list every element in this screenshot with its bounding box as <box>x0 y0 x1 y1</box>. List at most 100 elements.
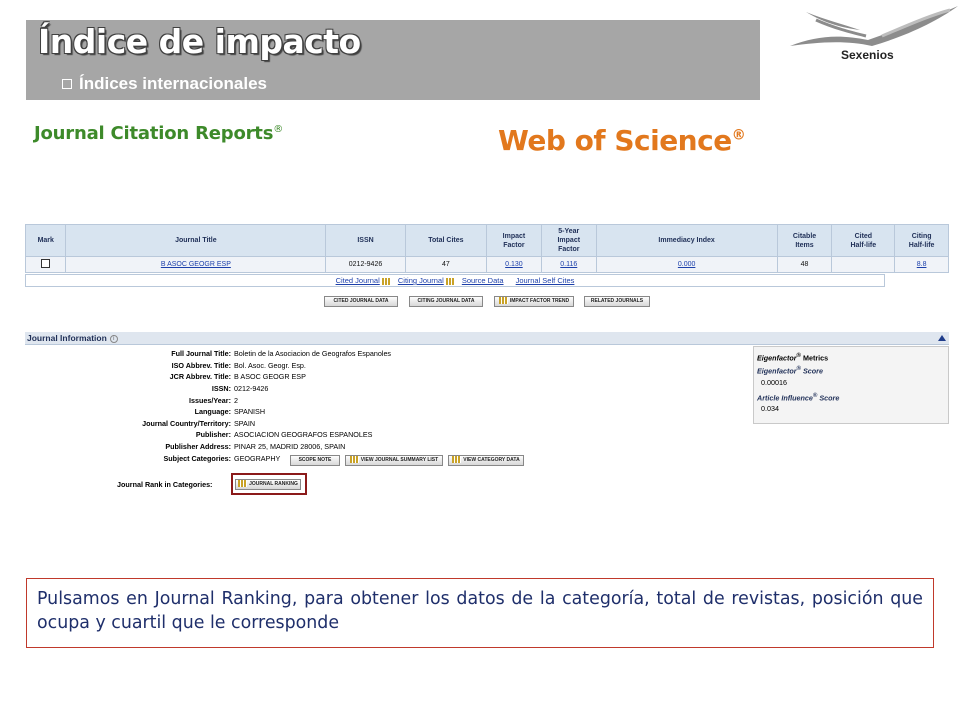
info-label: ISO Abbrev. Title: <box>171 360 231 370</box>
info-value: B ASOC GEOGR ESP <box>234 372 306 382</box>
info-value: Boletin de la Asociacion de Geografos Es… <box>234 349 392 359</box>
info-row: Language: SPANISH <box>30 406 450 418</box>
info-row: Publisher: ASOCIACION GEOGRAFOS ESPANOLES <box>30 429 450 441</box>
info-row: JCR Abbrev. Title: B ASOC GEOGR ESP <box>30 371 450 383</box>
col-citing-half-life[interactable]: Citing Half-life <box>894 224 949 257</box>
category-data-icon <box>452 456 462 464</box>
jcr-logo: Journal Citation Reports® <box>34 123 283 144</box>
data-button-row: CITED JOURNAL DATA CITING JOURNAL DATA I… <box>0 296 960 308</box>
cited-journal-link[interactable]: Cited Journal <box>336 276 380 285</box>
wos-logo-text: Web of Science <box>498 124 732 157</box>
section-subtitle: Índices internacionales <box>62 74 267 94</box>
info-value: SPANISH <box>234 407 266 417</box>
journal-links-bar: Cited Journal Citing Journal Source Data… <box>25 274 885 287</box>
wos-logo-mark: ® <box>731 127 746 144</box>
journal-info-list: Full Journal Title: Boletin de la Asociac… <box>30 348 450 464</box>
info-row: ISSN: 0212-9426 <box>30 383 450 395</box>
journal-ranking-button[interactable]: JOURNAL RANKING <box>235 479 301 490</box>
book-logo-icon <box>790 6 958 46</box>
citable-items-cell: 48 <box>776 256 833 273</box>
journal-ranking-label: JOURNAL RANKING <box>249 481 298 487</box>
info-label: ISSN: <box>211 384 231 394</box>
col-5yr-impact-factor[interactable]: 5-Year Impact Factor <box>540 224 597 257</box>
cited-half-life-cell <box>831 256 896 273</box>
eigenfactor-metrics-panel: Eigenfactor® Metrics Eigenfactor® Score … <box>753 346 949 424</box>
journal-title-cell: B ASOC GEOGR ESP <box>65 256 327 273</box>
collapse-arrow-icon[interactable] <box>938 335 946 341</box>
page-title: Índice de impacto <box>38 22 361 61</box>
summary-list-label: VIEW JOURNAL SUMMARY LIST <box>360 457 439 463</box>
mark-checkbox[interactable] <box>41 259 51 268</box>
mark-cell <box>24 256 67 273</box>
impact-factor-cell: 0.130 <box>486 256 542 273</box>
summary-list-icon <box>349 456 359 464</box>
col-cited-half-life[interactable]: Cited Half-life <box>831 224 896 257</box>
info-label: Language: <box>194 407 231 417</box>
header-banner: Índice de impacto Índices internacionale… <box>26 20 760 100</box>
info-label: Subject Categories: <box>163 453 232 463</box>
col-mark[interactable]: Mark <box>24 224 67 257</box>
related-journals-button[interactable]: RELATED JOURNALS <box>584 296 650 307</box>
if-trend-label: IMPACT FACTOR TREND <box>509 298 570 304</box>
citing-half-life-link[interactable]: 8.8 <box>917 261 927 268</box>
info-label: Issues/Year: <box>189 395 231 405</box>
info-value: Bol. Asoc. Geogr. Esp. <box>234 360 306 370</box>
eigenfactor-title: Eigenfactor® Metrics <box>757 353 945 362</box>
col-immediacy[interactable]: Immediacy Index <box>595 224 778 257</box>
article-influence-suffix: Score <box>817 393 840 403</box>
self-cites-link[interactable]: Journal Self Cites <box>516 276 575 285</box>
info-value: 2 <box>234 395 238 405</box>
info-value: SPAIN <box>234 418 256 428</box>
col-issn[interactable]: ISSN <box>325 224 406 257</box>
info-label: Journal Country/Territory: <box>142 418 231 428</box>
table-header-row: Mark Journal Title ISSN Total Cites Impa… <box>24 224 949 257</box>
category-data-label: VIEW CATEGORY DATA <box>463 457 520 463</box>
citing-journal-chart-icon[interactable] <box>445 277 455 285</box>
col-total-cites[interactable]: Total Cites <box>404 224 488 257</box>
info-value: ASOCIACION GEOGRAFOS ESPANOLES <box>234 430 373 440</box>
info-value: GEOGRAPHY <box>234 453 281 463</box>
col-journal-title[interactable]: Journal Title <box>65 224 327 257</box>
col-impact-factor[interactable]: Impact Factor <box>486 224 542 257</box>
view-category-data-button[interactable]: VIEW CATEGORY DATA <box>448 455 524 466</box>
info-row: Full Journal Title: Boletin de la Asociac… <box>30 348 450 360</box>
info-value: 0212-9426 <box>234 384 269 394</box>
journal-information-header: Journal Information i <box>25 332 949 345</box>
citing-journal-data-button[interactable]: CITING JOURNAL DATA <box>409 296 483 307</box>
info-row: ISO Abbrev. Title: Bol. Asoc. Geogr. Esp. <box>30 360 450 372</box>
eigenfactor-score-suffix: Score <box>800 366 823 376</box>
info-icon[interactable]: i <box>109 334 118 343</box>
eigenfactor-title-name: Eigenfactor <box>757 353 797 363</box>
immediacy-cell: 0.000 <box>595 256 778 273</box>
impact-factor-trend-button[interactable]: IMPACT FACTOR TREND <box>494 296 574 307</box>
journal-rank-label: Journal Rank in Categories: <box>117 480 213 489</box>
info-row: Journal Country/Territory: SPAIN <box>30 418 450 430</box>
journal-title-link[interactable]: B ASOC GEOGR ESP <box>161 261 231 268</box>
immediacy-link[interactable]: 0.000 <box>678 261 696 268</box>
col-citable-items[interactable]: Citable Items <box>776 224 833 257</box>
cited-journal-data-button[interactable]: CITED JOURNAL DATA <box>324 296 398 307</box>
instruction-caption: Pulsamos en Journal Ranking, para obtene… <box>26 578 934 648</box>
wos-logo: Web of Science® <box>498 124 746 157</box>
info-label: Publisher Address: <box>165 442 231 452</box>
logo-label: Sexenios <box>841 48 894 62</box>
five-year-if-cell: 0.116 <box>540 256 597 273</box>
issn-cell: 0212-9426 <box>325 256 406 273</box>
trend-chart-icon <box>498 297 508 305</box>
article-influence-value: 0.034 <box>761 404 779 414</box>
impact-factor-link[interactable]: 0.130 <box>505 261 523 268</box>
cited-journal-chart-icon[interactable] <box>381 277 391 285</box>
article-influence-name: Article Influence <box>757 393 813 403</box>
jcr-logo-mark: ® <box>273 124 284 135</box>
subtitle-text: Índices internacionales <box>79 74 268 93</box>
journal-summary-list-button[interactable]: VIEW JOURNAL SUMMARY LIST <box>345 455 443 466</box>
jcr-logo-text: Journal Citation Reports <box>34 123 274 144</box>
info-row: Publisher Address: PINAR 25, MADRID 28006… <box>30 441 450 453</box>
scope-note-button[interactable]: SCOPE NOTE <box>290 455 340 466</box>
source-data-link[interactable]: Source Data <box>462 276 504 285</box>
info-label: JCR Abbrev. Title: <box>169 372 231 382</box>
bullet-checkbox-icon <box>62 79 72 89</box>
citing-half-life-cell: 8.8 <box>894 256 949 273</box>
citing-journal-link[interactable]: Citing Journal <box>398 276 444 285</box>
five-year-if-link[interactable]: 0.116 <box>560 261 577 268</box>
